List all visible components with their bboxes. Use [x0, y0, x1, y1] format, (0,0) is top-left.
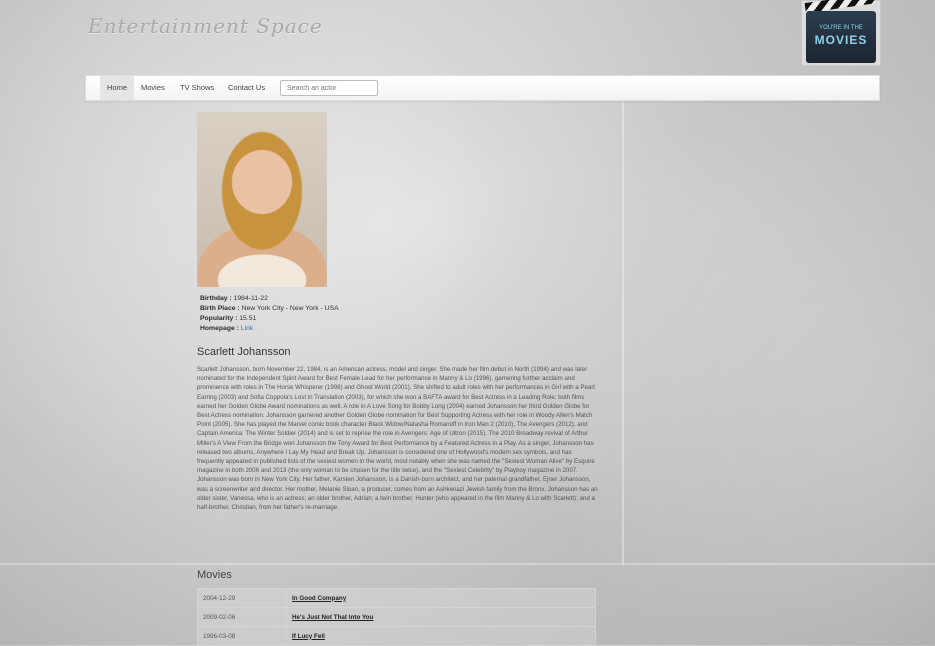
logo-text-line2: MOVIES [814, 33, 868, 47]
birthplace-label: Birth Place : [200, 305, 240, 312]
logo-text-line1: YOU'RE IN THE [819, 25, 863, 31]
background-seam [0, 563, 935, 565]
actor-biography: Scarlett Johansson, born November 22, 19… [197, 366, 598, 512]
table-row: 2004-12-29 In Good Company [197, 588, 596, 608]
birthday-row: Birthday : 1984-11-22 [200, 294, 339, 304]
homepage-link[interactable]: Link [241, 325, 253, 332]
birthplace-value: New York City - New York - USA [241, 305, 339, 312]
movies-heading: Movies [197, 569, 232, 581]
table-row: 2009-02-06 He's Just Not That Into You [197, 607, 596, 627]
movie-date: 2009-02-06 [197, 607, 287, 627]
navbar: Home Movies TV Shows Contact Us [85, 75, 880, 101]
birthplace-row: Birth Place : New York City - New York -… [200, 304, 339, 314]
movie-date: 1996-03-08 [197, 626, 287, 646]
homepage-label: Homepage : [200, 325, 239, 332]
movies-logo[interactable]: YOU'RE IN THE MOVIES [801, 0, 881, 66]
nav-contact-us[interactable]: Contact Us [221, 76, 272, 100]
popularity-row: Popularity : 15.51 [200, 314, 339, 324]
homepage-row: Homepage : Link [200, 324, 339, 334]
movie-title-link[interactable]: If Lucy Fell [286, 626, 596, 646]
actor-details: Birthday : 1984-11-22 Birth Place : New … [200, 294, 339, 334]
nav-tv-shows[interactable]: TV Shows [173, 76, 221, 100]
table-row: 1996-03-08 If Lucy Fell [197, 626, 596, 646]
movie-date: 2004-12-29 [197, 588, 287, 608]
movies-table: 2004-12-29 In Good Company 2009-02-06 He… [197, 588, 596, 646]
birthday-label: Birthday : [200, 295, 232, 302]
popularity-label: Popularity : [200, 315, 238, 322]
search-input[interactable] [280, 80, 378, 96]
actor-photo [197, 112, 327, 287]
background-seam [622, 100, 624, 565]
site-title[interactable]: Entertainment Space [88, 14, 323, 38]
movie-title-link[interactable]: He's Just Not That Into You [286, 607, 596, 627]
actor-name: Scarlett Johansson [197, 346, 291, 358]
popularity-value: 15.51 [239, 315, 257, 322]
nav-movies[interactable]: Movies [134, 76, 172, 100]
birthday-value: 1984-11-22 [233, 295, 268, 302]
nav-home[interactable]: Home [100, 76, 135, 100]
movie-title-link[interactable]: In Good Company [286, 588, 596, 608]
